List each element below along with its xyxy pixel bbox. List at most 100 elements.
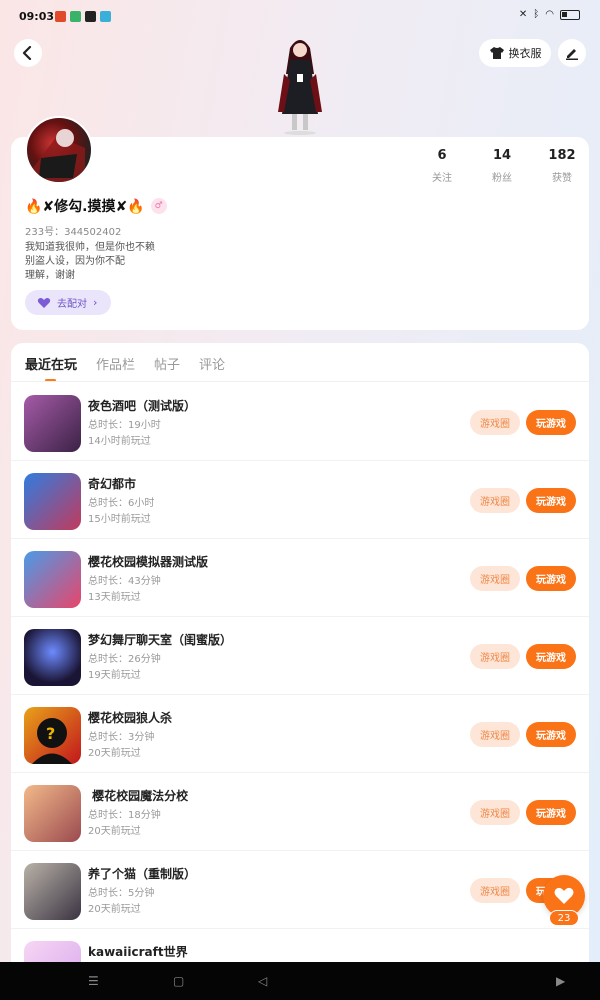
game-duration: 总时长：3分钟 (88, 732, 155, 743)
back-button[interactable] (14, 39, 42, 67)
game-thumbnail[interactable] (24, 785, 81, 842)
heart-icon (554, 887, 574, 904)
tab-works[interactable]: 作品栏 (96, 354, 135, 373)
game-name: 奇幻都市 (88, 477, 137, 491)
game-row[interactable]: 养了个猫（重制版） 总时长：5分钟 20天前玩过 游戏圈 玩游戏 (11, 851, 589, 929)
pair-button[interactable]: 去配对 › (25, 290, 111, 315)
heart-pair-icon (37, 297, 51, 308)
game-circle-button[interactable]: 游戏圈 (470, 644, 520, 669)
stat-likes[interactable]: 182 获赞 (532, 148, 592, 184)
tab-recently-played[interactable]: 最近在玩 (25, 354, 77, 382)
game-row[interactable]: 奇幻都市 总时长：6小时 15小时前玩过 游戏圈 玩游戏 (11, 461, 589, 539)
game-row[interactable]: 梦幻舞厅聊天室（闺蜜版） 总时长：26分钟 19天前玩过 游戏圈 玩游戏 (11, 617, 589, 695)
game-row[interactable]: 樱花校园魔法分校 总时长：18分钟 20天前玩过 游戏圈 玩游戏 (11, 773, 589, 851)
tabs-divider (11, 381, 589, 382)
app-notification-icon (70, 11, 81, 22)
recent-games-card: 最近在玩 作品栏 帖子 评论 夜色酒吧（测试版） 总时长：19小时 14小时前玩… (11, 343, 589, 983)
character-avatar-figure[interactable] (268, 34, 332, 136)
pair-label: 去配对 (57, 299, 87, 310)
edit-icon (566, 49, 578, 60)
stat-following[interactable]: 6 关注 (412, 148, 472, 184)
game-name: 养了个猫（重制版） (88, 867, 197, 881)
mute-icon: ✕ (518, 9, 528, 20)
play-game-button[interactable]: 玩游戏 (526, 644, 576, 669)
user-id: 233号：344502402 (25, 227, 122, 238)
game-circle-button[interactable]: 游戏圈 (470, 410, 520, 435)
play-game-button[interactable]: 玩游戏 (526, 566, 576, 591)
game-last-played: 13天前玩过 (88, 592, 141, 603)
stat-followers[interactable]: 14 粉丝 (472, 148, 532, 184)
game-last-played: 15小时前玩过 (88, 514, 151, 525)
game-name: 樱花校园魔法分校 (88, 789, 189, 803)
game-duration: 总时长：6小时 (88, 498, 155, 509)
like-count-badge: 23 (549, 910, 579, 926)
game-name: 梦幻舞厅聊天室（闺蜜版） (88, 633, 233, 647)
game-row[interactable]: 夜色酒吧（测试版） 总时长：19小时 14小时前玩过 游戏圈 玩游戏 (11, 383, 589, 461)
game-name: 樱花校园狼人杀 (88, 711, 173, 725)
change-outfit-button[interactable]: 换衣服 (479, 39, 551, 67)
tab-posts[interactable]: 帖子 (154, 354, 180, 373)
app-notification-icon (55, 11, 66, 22)
game-duration: 总时长：19小时 (88, 420, 161, 431)
chevron-right-icon: › (93, 296, 98, 309)
play-game-button[interactable]: 玩游戏 (526, 488, 576, 513)
game-circle-button[interactable]: 游戏圈 (470, 566, 520, 591)
game-last-played: 20天前玩过 (88, 748, 141, 759)
game-circle-button[interactable]: 游戏圈 (470, 878, 520, 903)
game-row[interactable]: 樱花校园模拟器测试版 总时长：43分钟 13天前玩过 游戏圈 玩游戏 (11, 539, 589, 617)
status-bar: 09:03 ✕ ᛒ ◠ (0, 0, 600, 34)
change-outfit-label: 换衣服 (508, 47, 542, 60)
svg-text:?: ? (46, 724, 55, 743)
forward-triangle-icon[interactable]: ▶ (556, 974, 565, 988)
notification-icons (55, 11, 111, 22)
game-duration: 总时长：26分钟 (88, 654, 161, 665)
stat-label: 获赞 (552, 173, 572, 184)
game-last-played: 20天前玩过 (88, 826, 141, 837)
game-duration: 总时长：5分钟 (88, 888, 155, 899)
game-circle-button[interactable]: 游戏圈 (470, 488, 520, 513)
app-notification-icon (100, 11, 111, 22)
game-circle-button[interactable]: 游戏圈 (470, 800, 520, 825)
bio-line: 理解，谢谢 (25, 270, 75, 281)
stat-value: 6 (437, 148, 447, 163)
game-name: 夜色酒吧（测试版） (88, 399, 197, 413)
back-triangle-icon[interactable]: ◁ (258, 974, 267, 988)
home-icon[interactable]: ▢ (173, 974, 184, 988)
game-circle-button[interactable]: 游戏圈 (470, 722, 520, 747)
game-row[interactable]: ? 樱花校园狼人杀 总时长：3分钟 20天前玩过 游戏圈 玩游戏 (11, 695, 589, 773)
back-arrow-icon (22, 46, 32, 60)
game-duration: 总时长：43分钟 (88, 576, 161, 587)
nickname-text: 🔥✘修勾.摸摸✘🔥 (25, 199, 145, 215)
stat-value: 182 (548, 148, 576, 163)
tab-comments[interactable]: 评论 (199, 354, 225, 373)
game-last-played: 20天前玩过 (88, 904, 141, 915)
bio-line: 别盗人设，因为你不配 (25, 256, 125, 267)
game-thumbnail[interactable] (24, 395, 81, 452)
stat-label: 粉丝 (492, 173, 512, 184)
edit-profile-button[interactable] (558, 39, 586, 67)
system-nav-bar: ☰ ▢ ◁ ▶ (0, 962, 600, 1000)
menu-icon[interactable]: ☰ (88, 974, 99, 988)
wifi-icon: ◠ (545, 9, 554, 20)
play-game-button[interactable]: 玩游戏 (526, 410, 576, 435)
app-notification-icon (85, 11, 96, 22)
status-indicators: ✕ ᛒ ◠ (519, 9, 580, 20)
game-thumbnail[interactable] (24, 863, 81, 920)
avatar[interactable] (25, 116, 93, 184)
stat-value: 14 (492, 148, 512, 163)
battery-icon (560, 9, 580, 20)
profile-tabs: 最近在玩 作品栏 帖子 评论 (25, 354, 225, 382)
gender-icon: ♂ (150, 198, 167, 214)
game-thumbnail[interactable] (24, 629, 81, 686)
play-game-button[interactable]: 玩游戏 (526, 800, 576, 825)
game-duration: 总时长：18分钟 (88, 810, 161, 821)
tshirt-icon (489, 47, 504, 59)
game-name: 樱花校园模拟器测试版 (88, 555, 209, 569)
bluetooth-icon: ᛒ (533, 9, 540, 20)
play-game-button[interactable]: 玩游戏 (526, 722, 576, 747)
game-thumbnail[interactable]: ? (24, 707, 81, 764)
game-thumbnail[interactable] (24, 473, 81, 530)
game-name: kawaiicraft世界 (88, 945, 188, 959)
game-thumbnail[interactable] (24, 551, 81, 608)
nickname: 🔥✘修勾.摸摸✘🔥 ♂ (25, 196, 167, 216)
